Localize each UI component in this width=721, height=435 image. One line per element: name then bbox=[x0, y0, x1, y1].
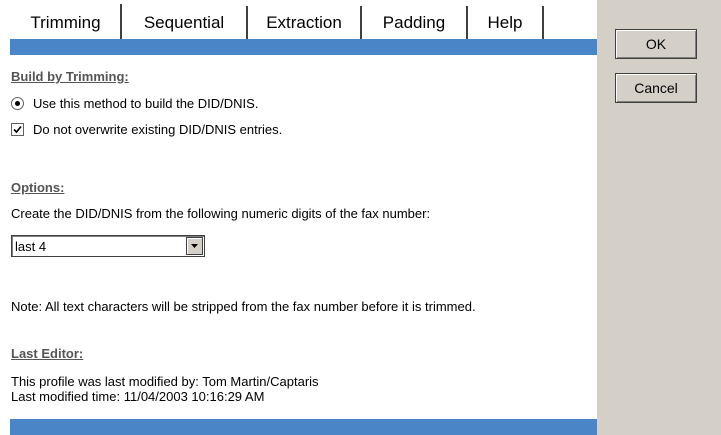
button-panel bbox=[597, 0, 721, 435]
radio-selected-dot bbox=[15, 101, 20, 106]
cancel-button[interactable]: Cancel bbox=[615, 73, 697, 103]
options-description: Create the DID/DNIS from the following n… bbox=[11, 206, 431, 221]
last-modified-time: Last modified time: 11/04/2003 10:16:29 … bbox=[11, 389, 265, 404]
trimming-section-title: Build by Trimming: bbox=[11, 69, 129, 84]
options-section-title: Options: bbox=[11, 180, 65, 195]
header-accent-bar bbox=[10, 39, 597, 55]
last-editor-section-title: Last Editor: bbox=[11, 346, 84, 361]
tab-trimming[interactable]: Trimming bbox=[10, 4, 122, 41]
digits-select[interactable]: last 4 bbox=[11, 235, 205, 257]
ok-button[interactable]: OK bbox=[615, 29, 697, 59]
digits-select-value: last 4 bbox=[15, 239, 47, 254]
checkmark-icon bbox=[13, 125, 22, 134]
use-method-label: Use this method to build the DID/DNIS. bbox=[33, 96, 259, 111]
options-note: Note: All text characters will be stripp… bbox=[11, 299, 476, 314]
tab-sequential[interactable]: Sequential bbox=[122, 6, 248, 39]
tab-padding[interactable]: Padding bbox=[362, 6, 468, 39]
tab-strip: Trimming Sequential Extraction Padding H… bbox=[0, 4, 597, 41]
last-modified-by: This profile was last modified by: Tom M… bbox=[11, 374, 319, 389]
footer-accent-bar bbox=[10, 419, 597, 435]
no-overwrite-checkbox[interactable] bbox=[11, 123, 24, 136]
dropdown-arrow-icon[interactable] bbox=[186, 237, 203, 255]
no-overwrite-label: Do not overwrite existing DID/DNIS entri… bbox=[33, 122, 283, 137]
use-method-radio[interactable] bbox=[11, 97, 24, 110]
tab-help[interactable]: Help bbox=[468, 6, 544, 39]
tab-extraction[interactable]: Extraction bbox=[248, 6, 362, 39]
